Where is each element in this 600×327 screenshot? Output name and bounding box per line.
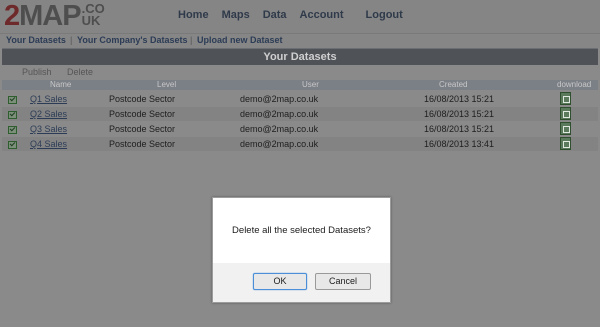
page-title: Your Datasets: [263, 51, 337, 63]
dataset-created: 16/08/2013 15:21: [424, 124, 495, 134]
dataset-level: Postcode Sector: [109, 94, 176, 104]
nav-logout[interactable]: Logout: [366, 9, 403, 21]
dataset-created: 16/08/2013 15:21: [424, 94, 495, 104]
table-row: Q4 Sales Postcode Sector demo@2map.co.uk…: [2, 137, 598, 151]
subnav-company-datasets[interactable]: Your Company's Datasets: [77, 35, 188, 45]
dataset-user: demo@2map.co.uk: [240, 94, 319, 104]
confirm-delete-dialog: Delete all the selected Datasets? OK Can…: [212, 197, 391, 303]
table-row: Q1 Sales Postcode Sector demo@2map.co.uk…: [2, 92, 598, 106]
cancel-button[interactable]: Cancel: [315, 273, 371, 290]
dataset-level: Postcode Sector: [109, 139, 176, 149]
table-row: Q2 Sales Postcode Sector demo@2map.co.uk…: [2, 107, 598, 121]
column-user[interactable]: User: [302, 80, 319, 90]
subnav-separator: |: [70, 35, 73, 45]
column-download: download: [557, 80, 592, 89]
dialog-body: Delete all the selected Datasets?: [213, 198, 390, 263]
dialog-message: Delete all the selected Datasets?: [232, 225, 371, 236]
column-level[interactable]: Level: [157, 80, 176, 90]
publish-button[interactable]: Publish: [22, 67, 52, 77]
logo-domain: .CO UK: [81, 1, 105, 28]
section-title-bar: Your Datasets: [2, 48, 598, 65]
nav-account[interactable]: Account: [300, 9, 344, 21]
spreadsheet-download-icon[interactable]: [560, 122, 571, 135]
spreadsheet-download-icon[interactable]: [560, 107, 571, 120]
dataset-user: demo@2map.co.uk: [240, 109, 319, 119]
dataset-actions: Publish Delete: [22, 67, 106, 77]
dataset-name-link[interactable]: Q3 Sales: [30, 123, 67, 135]
sub-nav: Your Datasets | Your Company's Datasets …: [0, 33, 600, 48]
nav-maps[interactable]: Maps: [222, 9, 250, 21]
checkbox-checked-icon[interactable]: [8, 96, 17, 104]
column-name[interactable]: Name: [50, 80, 71, 90]
table-header: Name Level User Created download: [2, 80, 598, 90]
table-row: Q3 Sales Postcode Sector demo@2map.co.uk…: [2, 122, 598, 136]
main-nav: Home Maps Data Account Logout: [178, 9, 403, 21]
dataset-created: 16/08/2013 13:41: [424, 139, 495, 149]
dataset-user: demo@2map.co.uk: [240, 124, 319, 134]
header: 2MAP .CO UK Home Maps Data Account Logou…: [0, 0, 600, 33]
ok-button[interactable]: OK: [253, 273, 307, 290]
logo-wordmark: 2MAP: [4, 0, 82, 32]
subnav-separator: |: [190, 35, 193, 45]
nav-data[interactable]: Data: [263, 9, 287, 21]
dataset-name-link[interactable]: Q1 Sales: [30, 93, 67, 105]
dataset-level: Postcode Sector: [109, 109, 176, 119]
subnav-your-datasets[interactable]: Your Datasets: [6, 35, 66, 45]
logo[interactable]: 2MAP .CO UK: [4, 0, 105, 32]
dataset-level: Postcode Sector: [109, 124, 176, 134]
dataset-name-link[interactable]: Q2 Sales: [30, 108, 67, 120]
delete-button[interactable]: Delete: [67, 67, 93, 77]
spreadsheet-download-icon[interactable]: [560, 92, 571, 105]
nav-home[interactable]: Home: [178, 9, 209, 21]
column-created[interactable]: Created: [439, 80, 467, 90]
subnav-upload-dataset[interactable]: Upload new Dataset: [197, 35, 283, 45]
dataset-created: 16/08/2013 15:21: [424, 109, 495, 119]
spreadsheet-download-icon[interactable]: [560, 137, 571, 150]
checkbox-checked-icon[interactable]: [8, 141, 17, 149]
checkbox-checked-icon[interactable]: [8, 126, 17, 134]
dataset-user: demo@2map.co.uk: [240, 139, 319, 149]
checkbox-checked-icon[interactable]: [8, 111, 17, 119]
dataset-name-link[interactable]: Q4 Sales: [30, 138, 67, 150]
